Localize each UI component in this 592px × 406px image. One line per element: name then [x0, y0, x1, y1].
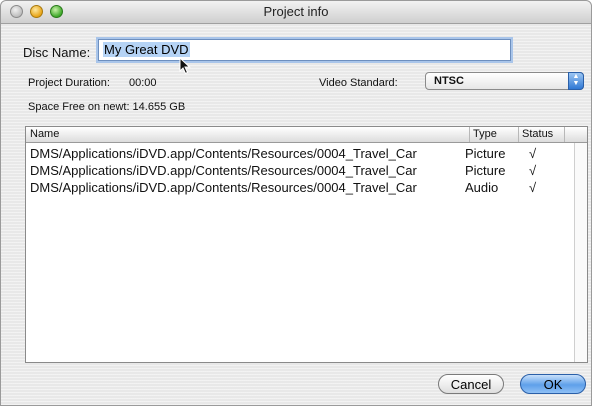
row-type: Picture	[465, 146, 506, 161]
disc-name-value: My Great DVD	[103, 42, 190, 57]
arrow-pointer-icon	[179, 57, 191, 75]
column-divider[interactable]	[564, 127, 565, 142]
row-name: DMS/Applications/iDVD.app/Contents/Resou…	[30, 163, 417, 178]
space-free-label: Space Free on newt: 14.655 GB	[28, 101, 186, 113]
video-standard-label: Video Standard:	[319, 77, 398, 89]
column-divider[interactable]	[469, 127, 470, 142]
ok-button[interactable]: OK	[520, 374, 586, 394]
row-status: √	[529, 163, 537, 178]
column-header-name[interactable]: Name	[30, 128, 59, 140]
up-down-arrows-icon: ▲ ▼	[568, 72, 584, 90]
project-info-window: Project info Disc Name: My Great DVD Pro…	[0, 0, 592, 406]
column-header-status[interactable]: Status	[522, 128, 553, 140]
row-status: √	[529, 146, 537, 161]
vertical-scrollbar[interactable]	[574, 143, 587, 362]
row-type: Audio	[465, 180, 499, 195]
row-name: DMS/Applications/iDVD.app/Contents/Resou…	[30, 146, 417, 161]
table-header: Name Type Status	[26, 127, 587, 143]
table-row[interactable]: DMS/Applications/iDVD.app/Contents/Resou…	[26, 146, 576, 162]
project-duration-value: 00:00	[129, 77, 157, 89]
video-standard-select[interactable]: NTSC ▲ ▼	[425, 72, 584, 90]
video-standard-value: NTSC	[434, 75, 464, 87]
cancel-button[interactable]: Cancel	[438, 374, 504, 394]
window-title: Project info	[263, 4, 329, 19]
table-row[interactable]: DMS/Applications/iDVD.app/Contents/Resou…	[26, 163, 576, 179]
project-duration-label: Project Duration:	[28, 77, 110, 89]
row-name: DMS/Applications/iDVD.app/Contents/Resou…	[30, 180, 417, 195]
table-row[interactable]: DMS/Applications/iDVD.app/Contents/Resou…	[26, 180, 576, 196]
row-type: Picture	[465, 163, 506, 178]
disc-name-label: Disc Name:	[23, 45, 91, 60]
column-header-type[interactable]: Type	[473, 128, 497, 140]
title-bar[interactable]: Project info	[1, 1, 591, 24]
column-divider[interactable]	[518, 127, 519, 142]
row-status: √	[529, 180, 537, 195]
disc-name-input[interactable]: My Great DVD	[98, 39, 511, 61]
asset-table[interactable]: Name Type Status DMS/Applications/iDVD.a…	[25, 126, 588, 363]
